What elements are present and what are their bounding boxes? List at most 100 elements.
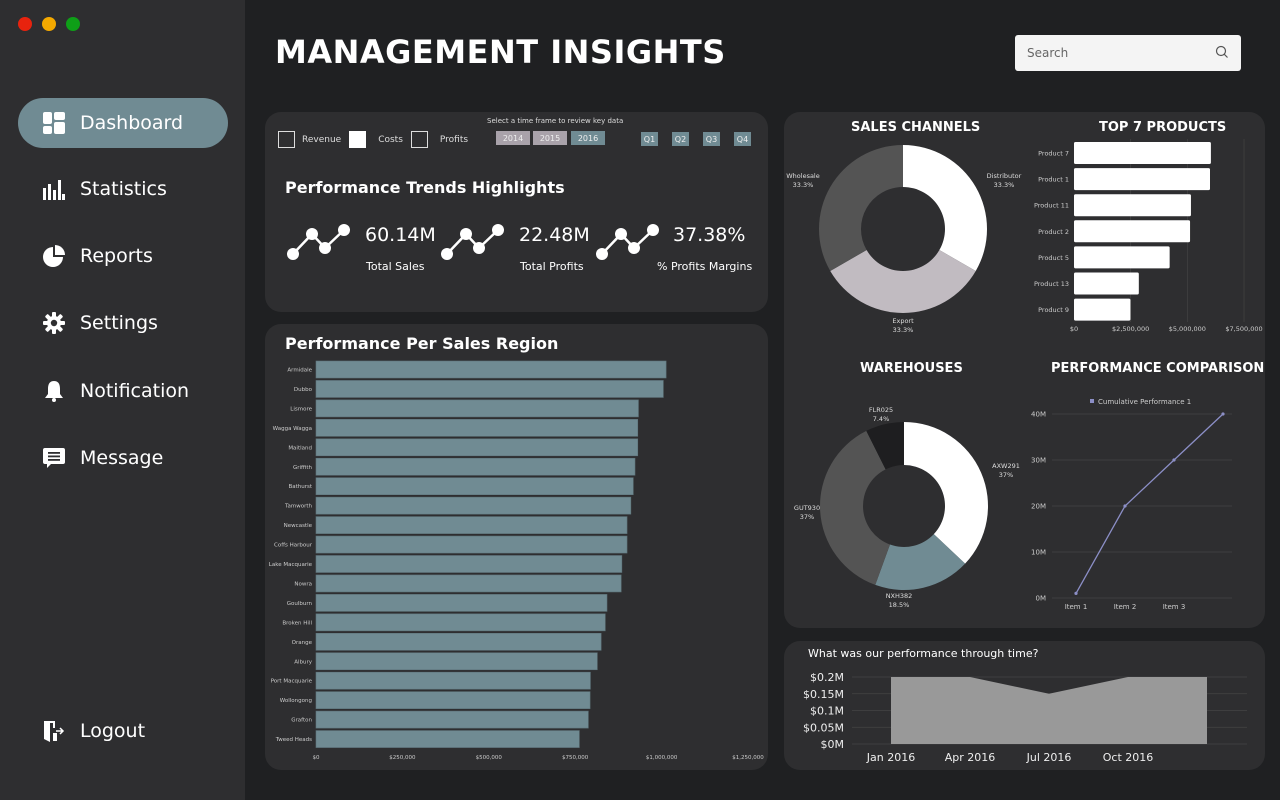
- series-line: [1075, 413, 1224, 594]
- q1-button[interactable]: Q1: [641, 132, 658, 146]
- data-point: [1172, 458, 1176, 462]
- slice-label: Wholesale: [786, 172, 820, 180]
- bar-nowra: [315, 574, 622, 593]
- category-label: Dubbo: [294, 387, 313, 393]
- slice-value: 33.3%: [893, 326, 914, 334]
- bar-armidale: [315, 360, 667, 379]
- minimize-window-button[interactable]: [42, 17, 56, 31]
- category-label: Wagga Wagga: [273, 426, 312, 432]
- trend-icon: [287, 224, 350, 260]
- category-label: Broken Hill: [282, 620, 312, 626]
- search-input[interactable]: [1027, 46, 1215, 60]
- bar-product-7: [1074, 142, 1211, 164]
- slice-label: Distributor: [987, 172, 1022, 180]
- category-label: Tweed Heads: [275, 737, 312, 743]
- app-window: Dashboard Statistics Reports Settings No…: [0, 0, 1280, 800]
- bar-wagga-wagga: [315, 419, 639, 437]
- x-tick-label: Item 1: [1065, 603, 1088, 611]
- bar-chart-icon: [42, 177, 66, 201]
- profits-checkbox[interactable]: [410, 131, 428, 148]
- y-tick-label: 30M: [1031, 457, 1046, 465]
- slice-label: FLR025: [869, 406, 893, 414]
- category-label: Griffith: [293, 465, 313, 471]
- category-label: Newcastle: [284, 523, 313, 529]
- x-tick-label: $5,000,000: [1169, 325, 1206, 333]
- bar-wollongong: [315, 691, 591, 709]
- data-point: [1074, 591, 1078, 595]
- year-2015-button[interactable]: 2015: [533, 131, 567, 145]
- category-label: Wollongong: [280, 698, 312, 704]
- region-bar-chart: Armidale Dubbo Lismore Wagga Wagga Maitland G…: [269, 360, 764, 761]
- q3-button[interactable]: Q3: [703, 132, 720, 146]
- bar-goulburn: [315, 594, 608, 612]
- sidebar-item-label: Settings: [80, 312, 158, 334]
- q2-button[interactable]: Q2: [672, 132, 689, 146]
- x-tick-label: $2,500,000: [1112, 325, 1149, 333]
- kpi-caption: Total Sales: [366, 260, 425, 273]
- bar-maitland: [315, 438, 639, 457]
- sales-channel-slice-wholesale: [819, 145, 903, 271]
- bar-product-2: [1074, 220, 1191, 243]
- slice-value: 33.3%: [994, 181, 1015, 189]
- revenue-checkbox[interactable]: [278, 131, 295, 148]
- kpi-caption: % Profits Margins: [657, 260, 753, 273]
- sidebar-item-label: Reports: [80, 245, 153, 267]
- slice-value: 37%: [800, 513, 814, 521]
- category-label: Lake Macquarie: [269, 562, 313, 568]
- profits-label: Profits: [439, 134, 469, 145]
- bar-port-macquarie: [315, 671, 591, 690]
- dashboard-icon: [42, 111, 66, 135]
- maximize-window-button[interactable]: [66, 17, 80, 31]
- costs-checkbox[interactable]: [349, 131, 367, 148]
- sidebar-item-settings[interactable]: Settings: [18, 298, 228, 348]
- bar-broken-hill: [315, 613, 606, 632]
- category-label: Armidale: [287, 368, 312, 374]
- year-2014-button[interactable]: 2014: [496, 131, 530, 145]
- category-label: Product 5: [1038, 254, 1069, 262]
- search-box[interactable]: [1015, 35, 1241, 71]
- x-tick-label: $500,000: [476, 755, 503, 761]
- costs-label: Costs: [378, 134, 403, 145]
- pie-chart-icon: [42, 244, 66, 268]
- category-label: Coffs Harbour: [274, 543, 313, 549]
- slice-value: 18.5%: [889, 601, 910, 609]
- bar-product-11: [1074, 194, 1191, 217]
- sidebar-item-message[interactable]: Message: [18, 433, 228, 483]
- performance-trends-card: Revenue Costs Profits Select a time fram…: [265, 112, 768, 312]
- window-controls: [18, 17, 80, 31]
- bell-icon: [42, 379, 66, 403]
- sidebar-item-dashboard[interactable]: Dashboard: [18, 98, 228, 148]
- close-window-button[interactable]: [18, 17, 32, 31]
- sales-region-card: Performance Per Sales Region Armidale Dub…: [265, 324, 768, 770]
- category-label: Tamworth: [284, 504, 312, 510]
- year-2016-button[interactable]: 2016: [571, 131, 605, 145]
- sales-channel-slice-export: [830, 250, 976, 313]
- search-icon[interactable]: [1215, 44, 1229, 63]
- data-point: [1221, 412, 1225, 416]
- category-label: Lismore: [290, 406, 312, 412]
- category-label: Nowra: [294, 581, 312, 587]
- slice-value: 7.4%: [873, 415, 890, 423]
- logout-icon: [42, 719, 66, 743]
- sidebar-item-label: Message: [80, 447, 164, 469]
- sidebar-item-statistics[interactable]: Statistics: [18, 164, 228, 214]
- x-tick-label: $750,000: [562, 755, 589, 761]
- slice-value: 33.3%: [793, 181, 814, 189]
- category-label: Product 7: [1038, 150, 1069, 158]
- slice-label: NXH382: [886, 592, 913, 600]
- kpi-value: 60.14M: [365, 224, 436, 246]
- sidebar-item-reports[interactable]: Reports: [18, 231, 228, 281]
- page-title: MANAGEMENT INSIGHTS: [275, 33, 726, 71]
- q4-button[interactable]: Q4: [734, 132, 751, 146]
- category-label: Product 11: [1034, 202, 1069, 210]
- y-tick-label: 20M: [1031, 503, 1046, 511]
- logout-button[interactable]: Logout: [18, 706, 228, 756]
- logout-label: Logout: [80, 720, 146, 742]
- data-point: [1123, 504, 1127, 508]
- y-tick-label: $0M: [821, 738, 845, 751]
- category-label: Product 13: [1034, 280, 1069, 288]
- legend-swatch: [1090, 399, 1094, 403]
- sidebar-item-notification[interactable]: Notification: [18, 366, 228, 416]
- performance-time-chart: $0M $0.05M $0.1M $0.15M $0.2M Jan 2016 Apr 201…: [803, 671, 1247, 764]
- bar-bathurst: [315, 477, 634, 495]
